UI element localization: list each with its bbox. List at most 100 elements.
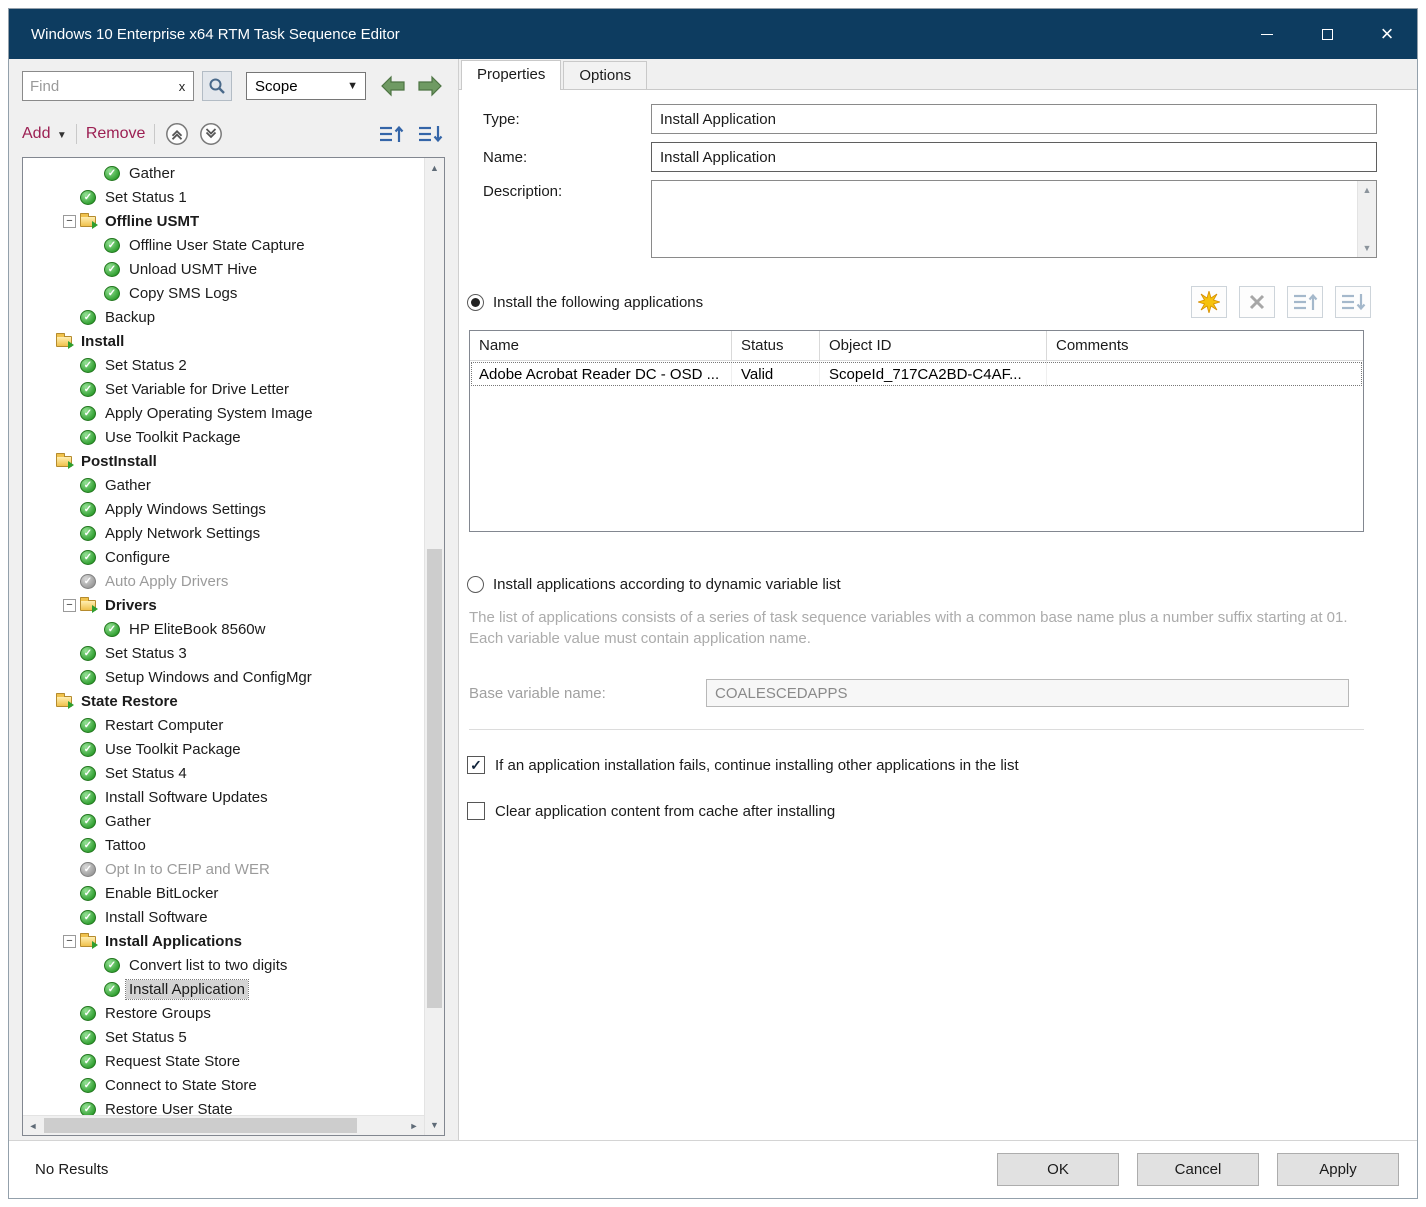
scroll-left-arrow-icon[interactable]: ◄ <box>23 1116 43 1135</box>
tree-item-label: HP EliteBook 8560w <box>126 620 268 639</box>
tree-item[interactable]: − PostInstall <box>23 449 424 473</box>
collapse-toggle-icon[interactable]: − <box>63 599 76 612</box>
name-field[interactable] <box>651 142 1377 172</box>
scroll-up-arrow-icon[interactable]: ▲ <box>1363 185 1372 195</box>
add-button[interactable]: Add ▼ <box>22 125 67 143</box>
tree-item[interactable]: − Tattoo <box>23 833 424 857</box>
tab-properties[interactable]: Properties <box>461 60 561 90</box>
tree-item[interactable]: − Apply Windows Settings <box>23 497 424 521</box>
move-application-down-button[interactable] <box>1335 286 1371 318</box>
tree-item[interactable]: − Connect to State Store <box>23 1073 424 1097</box>
tree-item-label: Apply Network Settings <box>102 524 263 543</box>
expand-all-button[interactable] <box>198 122 223 147</box>
tab-options[interactable]: Options <box>563 61 647 89</box>
horizontal-scroll-thumb[interactable] <box>44 1118 357 1133</box>
navigate-forward-button[interactable] <box>415 72 445 100</box>
circle-chevron-down-icon <box>199 122 223 146</box>
tree-item[interactable]: − Install Applications <box>23 929 424 953</box>
tree-item[interactable]: − Configure <box>23 545 424 569</box>
tree-item[interactable]: − Opt In to CEIP and WER <box>23 857 424 881</box>
close-button[interactable]: × <box>1357 9 1417 59</box>
tree-item[interactable]: − Backup <box>23 305 424 329</box>
tree-item[interactable]: − State Restore <box>23 689 424 713</box>
tree-item-label: Gather <box>126 164 178 183</box>
search-button[interactable] <box>202 71 232 101</box>
move-up-button[interactable] <box>376 121 406 147</box>
tree-item[interactable]: − Setup Windows and ConfigMgr <box>23 665 424 689</box>
cancel-button[interactable]: Cancel <box>1137 1153 1259 1186</box>
new-application-button[interactable] <box>1191 286 1227 318</box>
tree-item[interactable]: − Set Status 3 <box>23 641 424 665</box>
tree-item[interactable]: − Apply Operating System Image <box>23 401 424 425</box>
checkbox-continue-label: If an application installation fails, co… <box>495 757 1019 774</box>
move-application-up-button[interactable] <box>1287 286 1323 318</box>
tree-item[interactable]: − Gather <box>23 473 424 497</box>
tree-item[interactable]: − Enable BitLocker <box>23 881 424 905</box>
tree-item[interactable]: − Restore Groups <box>23 1001 424 1025</box>
column-header-objectid[interactable]: Object ID <box>820 331 1047 360</box>
vertical-scroll-thumb[interactable] <box>427 549 442 1008</box>
tree-item[interactable]: − Install Software Updates <box>23 785 424 809</box>
column-header-comments[interactable]: Comments <box>1047 331 1363 360</box>
minimize-button[interactable] <box>1237 9 1297 59</box>
remove-button[interactable]: Remove <box>86 125 146 143</box>
find-input[interactable] <box>23 78 171 95</box>
application-table-row[interactable]: Adobe Acrobat Reader DC - OSD ... Valid … <box>470 361 1363 387</box>
tree-item[interactable]: − Convert list to two digits <box>23 953 424 977</box>
tree-item[interactable]: − Set Variable for Drive Letter <box>23 377 424 401</box>
tree-item[interactable]: − Unload USMT Hive <box>23 257 424 281</box>
tree-item[interactable]: − Use Toolkit Package <box>23 425 424 449</box>
radio-install-dynamic[interactable]: Install applications according to dynami… <box>467 576 1377 593</box>
back-arrow-icon <box>380 75 406 97</box>
scroll-down-arrow-icon[interactable]: ▼ <box>425 1115 444 1135</box>
scroll-right-arrow-icon[interactable]: ► <box>404 1116 424 1135</box>
scope-dropdown[interactable]: Scope ▼ <box>246 72 366 100</box>
tree-vertical-scrollbar[interactable]: ▲ ▼ <box>424 158 444 1135</box>
description-field[interactable]: ▲ ▼ <box>651 180 1377 258</box>
collapse-all-button[interactable] <box>164 122 189 147</box>
tree-item[interactable]: − Install Application <box>23 977 424 1001</box>
tree-item[interactable]: − Restart Computer <box>23 713 424 737</box>
column-header-name[interactable]: Name <box>470 331 732 360</box>
description-label: Description: <box>483 180 651 200</box>
tree-item[interactable]: − HP EliteBook 8560w <box>23 617 424 641</box>
column-header-status[interactable]: Status <box>732 331 820 360</box>
navigate-back-button[interactable] <box>378 72 408 100</box>
tree-item[interactable]: − Apply Network Settings <box>23 521 424 545</box>
collapse-toggle-icon[interactable]: − <box>63 935 76 948</box>
tree-item[interactable]: − Offline USMT <box>23 209 424 233</box>
tree-item[interactable]: − Use Toolkit Package <box>23 737 424 761</box>
maximize-button[interactable] <box>1297 9 1357 59</box>
radio-install-following-label: Install the following applications <box>493 294 703 311</box>
properties-panel: Properties Options Type: Name: Descripti… <box>459 59 1417 1140</box>
tree-item[interactable]: − Set Status 5 <box>23 1025 424 1049</box>
tree-item[interactable]: − Copy SMS Logs <box>23 281 424 305</box>
tree-item[interactable]: − Gather <box>23 809 424 833</box>
move-down-button[interactable] <box>415 121 445 147</box>
apply-button[interactable]: Apply <box>1277 1153 1399 1186</box>
scroll-down-arrow-icon[interactable]: ▼ <box>1363 243 1372 253</box>
radio-install-following[interactable]: Install the following applications <box>467 294 703 311</box>
delete-application-button[interactable] <box>1239 286 1275 318</box>
tree-item[interactable]: − Install <box>23 329 424 353</box>
tree-item[interactable]: − Gather <box>23 161 424 185</box>
tree-horizontal-scrollbar[interactable]: ◄ ► <box>23 1115 424 1135</box>
tree-item[interactable]: − Set Status 4 <box>23 761 424 785</box>
tree-item[interactable]: − Install Software <box>23 905 424 929</box>
tree-item-label: Connect to State Store <box>102 1076 260 1095</box>
ok-button[interactable]: OK <box>997 1153 1119 1186</box>
tree-item[interactable]: − Request State Store <box>23 1049 424 1073</box>
checkbox-clear-cache[interactable]: Clear application content from cache aft… <box>467 802 1377 820</box>
tree-item[interactable]: − Offline User State Capture <box>23 233 424 257</box>
tree-item[interactable]: − Drivers <box>23 593 424 617</box>
description-scrollbar[interactable]: ▲ ▼ <box>1357 181 1376 257</box>
find-clear-button[interactable]: x <box>171 79 193 94</box>
tree-item[interactable]: − Restore User State <box>23 1097 424 1115</box>
scroll-up-arrow-icon[interactable]: ▲ <box>425 158 444 178</box>
tree-item-label: Offline User State Capture <box>126 236 308 255</box>
tree-item[interactable]: − Set Status 2 <box>23 353 424 377</box>
collapse-toggle-icon[interactable]: − <box>63 215 76 228</box>
tree-item[interactable]: − Set Status 1 <box>23 185 424 209</box>
checkbox-continue-on-fail[interactable]: If an application installation fails, co… <box>467 756 1377 774</box>
tree-item[interactable]: − Auto Apply Drivers <box>23 569 424 593</box>
